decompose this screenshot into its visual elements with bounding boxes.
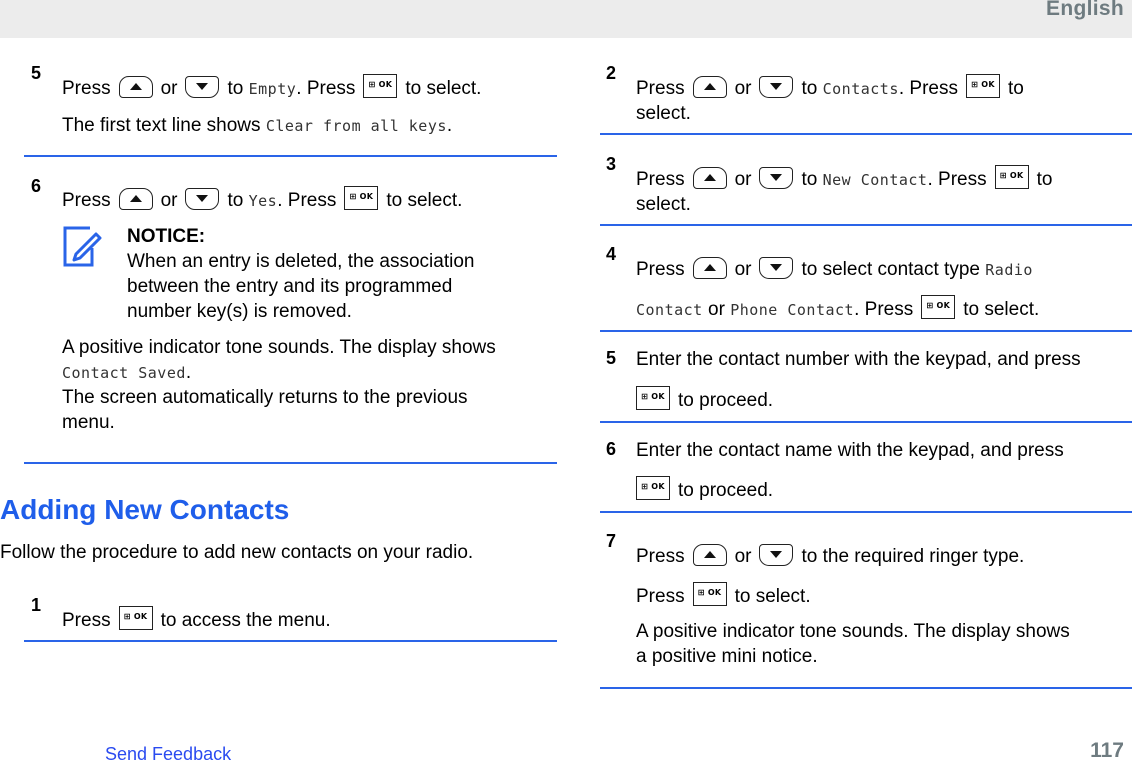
step-instruction: Press or to select contact type Radio bbox=[636, 256, 1033, 283]
section-intro: Follow the procedure to add new contacts… bbox=[0, 542, 474, 563]
notice-title: NOTICE: bbox=[127, 226, 206, 247]
ok-menu-key-icon: ⊞ OK bbox=[344, 185, 379, 210]
step-instruction: ⊞ OK to proceed. bbox=[636, 475, 773, 503]
step-instruction: ⊞ OK to proceed. bbox=[636, 385, 773, 413]
ok-menu-key-icon: ⊞ OK bbox=[636, 385, 670, 410]
step-result: A positive indicator tone sounds. The di… bbox=[636, 621, 1070, 642]
step-number: 2 bbox=[606, 63, 617, 83]
display-text: Radio bbox=[985, 261, 1033, 279]
divider bbox=[24, 462, 557, 464]
divider bbox=[600, 224, 1132, 226]
step-instruction: Press ⊞ OK to select. bbox=[636, 581, 811, 609]
display-text: Phone Contact bbox=[730, 301, 855, 319]
divider bbox=[600, 421, 1132, 423]
display-text: Yes bbox=[248, 192, 278, 210]
up-arrow-key-icon bbox=[692, 75, 727, 98]
step-result: a positive mini notice. bbox=[636, 646, 818, 667]
step-number: 6 bbox=[31, 176, 42, 196]
step-instruction: Enter the contact name with the keypad, … bbox=[636, 440, 1064, 461]
up-arrow-key-icon bbox=[692, 256, 727, 279]
step-result: menu. bbox=[62, 412, 115, 433]
divider bbox=[24, 155, 557, 157]
step-number: 5 bbox=[606, 348, 617, 368]
down-arrow-key-icon bbox=[185, 75, 220, 98]
section-heading: Adding New Contacts bbox=[0, 494, 290, 525]
display-text: Contacts bbox=[822, 80, 899, 98]
ok-menu-key-icon: ⊞ OK bbox=[118, 605, 153, 630]
ok-menu-key-icon: ⊞ OK bbox=[363, 73, 398, 98]
notice-text-line: number key(s) is removed. bbox=[127, 301, 352, 322]
step-number: 4 bbox=[606, 244, 617, 264]
step-instruction: Press or to the required ringer type. bbox=[636, 543, 1024, 569]
display-text: Contact bbox=[636, 301, 703, 319]
step-instruction: Press ⊞ OK to access the menu. bbox=[62, 605, 331, 633]
display-text: Empty bbox=[248, 80, 297, 98]
up-arrow-key-icon bbox=[692, 543, 727, 566]
down-arrow-key-icon bbox=[759, 543, 794, 566]
notice-text-line: When an entry is deleted, the associatio… bbox=[127, 251, 475, 272]
step-instruction: select. bbox=[636, 194, 691, 215]
step-result: The first text line shows Clear from all… bbox=[62, 115, 453, 136]
page-number: 117 bbox=[1090, 739, 1124, 762]
notice-pencil-icon bbox=[63, 226, 102, 267]
ok-menu-key-icon: ⊞ OK bbox=[921, 294, 956, 319]
step-number: 3 bbox=[606, 154, 617, 174]
display-text: New Contact bbox=[822, 171, 928, 189]
step-instruction: Press or to Empty. Press ⊞ OK to select. bbox=[62, 73, 481, 102]
step-result: A positive indicator tone sounds. The di… bbox=[62, 337, 496, 358]
divider bbox=[600, 687, 1132, 689]
down-arrow-key-icon bbox=[185, 187, 220, 210]
step-result: The screen automatically returns to the … bbox=[62, 387, 468, 408]
down-arrow-key-icon bbox=[759, 75, 794, 98]
step-instruction: Press or to Yes. Press ⊞ OK to select. bbox=[62, 185, 462, 214]
page-header-bar: English bbox=[0, 0, 1132, 38]
step-number: 7 bbox=[606, 531, 617, 551]
divider bbox=[600, 511, 1132, 513]
step-instruction: Press or to New Contact. Press ⊞ OK to bbox=[636, 164, 1052, 193]
step-number: 6 bbox=[606, 439, 617, 459]
ok-menu-key-icon: ⊞ OK bbox=[692, 581, 727, 606]
divider bbox=[24, 640, 557, 642]
up-arrow-key-icon bbox=[118, 75, 153, 98]
ok-menu-key-icon: ⊞ OK bbox=[966, 73, 1000, 98]
step-number: 1 bbox=[31, 595, 42, 615]
up-arrow-key-icon bbox=[692, 166, 727, 189]
ok-menu-key-icon: ⊞ OK bbox=[994, 164, 1029, 189]
ok-menu-key-icon: ⊞ OK bbox=[636, 475, 670, 500]
step-number: 5 bbox=[31, 63, 42, 83]
step-instruction: Enter the contact number with the keypad… bbox=[636, 349, 1081, 370]
down-arrow-key-icon bbox=[759, 166, 794, 189]
step-instruction: Contact or Phone Contact. Press ⊞ OK to se… bbox=[636, 294, 1039, 323]
divider bbox=[600, 330, 1132, 332]
step-instruction: Press or to Contacts. Press ⊞ OK to bbox=[636, 73, 1024, 102]
notice-text-line: between the entry and its programmed bbox=[127, 276, 453, 297]
step-instruction: select. bbox=[636, 103, 691, 124]
divider bbox=[600, 133, 1132, 135]
down-arrow-key-icon bbox=[759, 256, 794, 279]
language-label: English bbox=[1046, 0, 1124, 20]
step-result: Contact Saved. bbox=[62, 362, 192, 383]
up-arrow-key-icon bbox=[118, 187, 153, 210]
